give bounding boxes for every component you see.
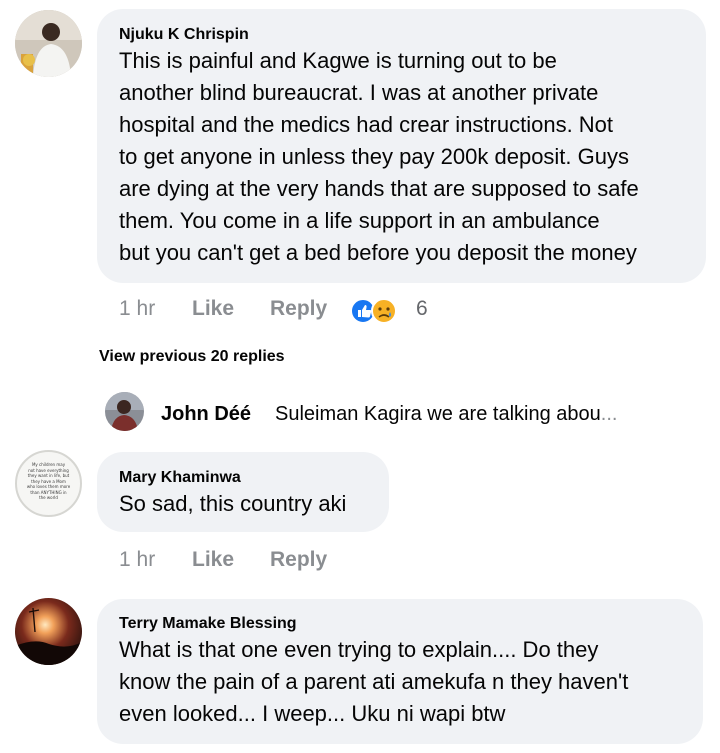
reactions-summary[interactable]: 6 [350, 297, 430, 325]
reaction-count: 6 [416, 297, 428, 320]
avatar[interactable] [15, 598, 82, 665]
like-button[interactable]: Like [192, 548, 234, 572]
person-photo-icon [15, 10, 82, 77]
comment-author[interactable]: Terry Mamake Blessing [119, 615, 297, 633]
reply-preview-author[interactable]: John Déé [161, 403, 251, 426]
reply-button[interactable]: Reply [270, 297, 327, 321]
reply-button[interactable]: Reply [270, 548, 327, 572]
reaction-icons [350, 298, 397, 324]
person-photo-icon [105, 392, 144, 431]
avatar[interactable] [105, 392, 144, 431]
like-button[interactable]: Like [192, 297, 234, 321]
comment-text: What is that one even trying to explain.… [119, 637, 629, 726]
avatar-quote-image: My children may not have everything they… [26, 462, 71, 500]
reply-preview-text[interactable]: Suleiman Kagira we are talking abou... [275, 403, 617, 426]
sunset-photo-icon [15, 598, 82, 665]
comment-author[interactable]: Njuku K Chrispin [119, 26, 249, 44]
avatar[interactable] [15, 10, 82, 77]
avatar[interactable]: My children may not have everything they… [15, 450, 82, 517]
comment-author[interactable]: Mary Khaminwa [119, 469, 241, 487]
comment-timestamp[interactable]: 1 hr [119, 297, 155, 321]
comment-text: This is painful and Kagwe is turning out… [119, 48, 639, 265]
comment-timestamp[interactable]: 1 hr [119, 548, 155, 572]
comment-text: So sad, this country aki [119, 491, 347, 516]
sad-reaction-icon [371, 298, 397, 324]
view-previous-replies-link[interactable]: View previous 20 replies [99, 348, 285, 366]
